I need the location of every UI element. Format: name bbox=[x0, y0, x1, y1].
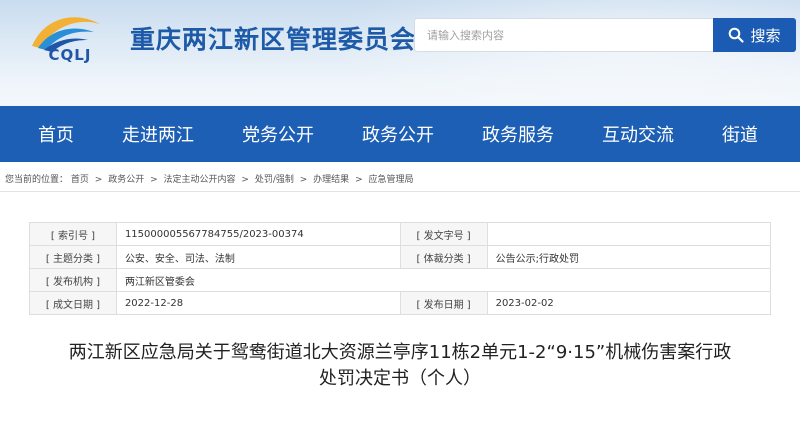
breadcrumb-item-home[interactable]: 首页 bbox=[71, 175, 89, 185]
document-number-value bbox=[486, 222, 772, 246]
creation-date-label: [ 成文日期 ] bbox=[29, 291, 117, 315]
subject-category-label: [ 主题分类 ] bbox=[29, 245, 117, 269]
breadcrumb-item-statutory-disclosure[interactable]: 法定主动公开内容 bbox=[164, 175, 236, 185]
search-button-label: 搜索 bbox=[750, 26, 781, 45]
creation-date-value: 2022-12-28 bbox=[115, 291, 401, 315]
breadcrumb-divider bbox=[0, 191, 800, 192]
main-nav: 首页 走进两江 党务公开 政务公开 政务服务 互动交流 街道 bbox=[0, 106, 800, 162]
index-number-label: [ 索引号 ] bbox=[29, 222, 117, 246]
nav-item-government-affairs[interactable]: 政务公开 bbox=[362, 121, 434, 147]
publish-date-label: [ 发布日期 ] bbox=[399, 291, 488, 315]
breadcrumb-separator: > bbox=[94, 175, 103, 185]
article-title-line-1: 两江新区应急局关于鸳鸯街道北大资源兰亭序11栋2单元1-2“9·15”机械伤害案… bbox=[68, 342, 732, 363]
breadcrumb-item-government-affairs[interactable]: 政务公开 bbox=[108, 175, 144, 185]
search-button[interactable]: 搜索 bbox=[713, 18, 796, 52]
breadcrumb-item-penalty[interactable]: 处罚/强制 bbox=[255, 175, 294, 185]
breadcrumb-separator: > bbox=[299, 175, 308, 185]
article-title-line-2: 处罚决定书（个人） bbox=[319, 368, 481, 389]
breadcrumb-separator: > bbox=[150, 175, 158, 185]
breadcrumb: 您当前的位置： 首页 > 政务公开 > 法定主动公开内容 > 处罚/强制 > 办… bbox=[5, 172, 414, 185]
document-number-label: [ 发文字号 ] bbox=[399, 222, 488, 246]
logo-text[interactable]: CQLJ bbox=[32, 46, 108, 64]
document-meta-table: [ 索引号 ] 115000005567784755/2023-00374 [ … bbox=[29, 222, 772, 315]
search-input[interactable] bbox=[414, 18, 714, 52]
article-title: 两江新区应急局关于鸳鸯街道北大资源兰亭序11栋2单元1-2“9·15”机械伤害案… bbox=[20, 340, 780, 392]
publish-date-value: 2023-02-02 bbox=[486, 291, 772, 315]
table-row: [ 主题分类 ] 公安、安全、司法、法制 [ 体裁分类 ] 公告公示;行政处罚 bbox=[29, 245, 772, 269]
site-header: CQLJ 重庆两江新区管理委员会 搜索 bbox=[0, 0, 800, 106]
table-row: [ 成文日期 ] 2022-12-28 [ 发布日期 ] 2023-02-02 bbox=[29, 291, 772, 315]
genre-category-label: [ 体裁分类 ] bbox=[399, 245, 488, 269]
table-row: [ 索引号 ] 115000005567784755/2023-00374 [ … bbox=[29, 222, 772, 246]
nav-item-streets[interactable]: 街道 bbox=[722, 121, 758, 147]
issuing-agency-label: [ 发布机构 ] bbox=[29, 268, 117, 292]
nav-item-about[interactable]: 走进两江 bbox=[122, 121, 194, 147]
breadcrumb-separator: > bbox=[241, 175, 249, 185]
breadcrumb-item-results[interactable]: 办理结果 bbox=[313, 175, 349, 185]
nav-item-home[interactable]: 首页 bbox=[38, 121, 74, 147]
nav-item-government-services[interactable]: 政务服务 bbox=[482, 121, 554, 147]
issuing-agency-value: 两江新区管委会 bbox=[115, 268, 772, 292]
subject-category-value: 公安、安全、司法、法制 bbox=[115, 245, 401, 269]
search-icon bbox=[729, 27, 745, 43]
index-number-value: 115000005567784755/2023-00374 bbox=[115, 222, 401, 246]
breadcrumb-separator: > bbox=[355, 175, 363, 185]
genre-category-value: 公告公示;行政处罚 bbox=[486, 245, 772, 269]
nav-item-interaction[interactable]: 互动交流 bbox=[602, 121, 674, 147]
site-title[interactable]: 重庆两江新区管理委员会 bbox=[130, 20, 416, 56]
breadcrumb-item-emergency-bureau[interactable]: 应急管理局 bbox=[368, 175, 413, 185]
breadcrumb-prefix: 您当前的位置： bbox=[5, 175, 69, 185]
table-row: [ 发布机构 ] 两江新区管委会 bbox=[29, 268, 772, 292]
nav-item-party-affairs[interactable]: 党务公开 bbox=[242, 121, 314, 147]
